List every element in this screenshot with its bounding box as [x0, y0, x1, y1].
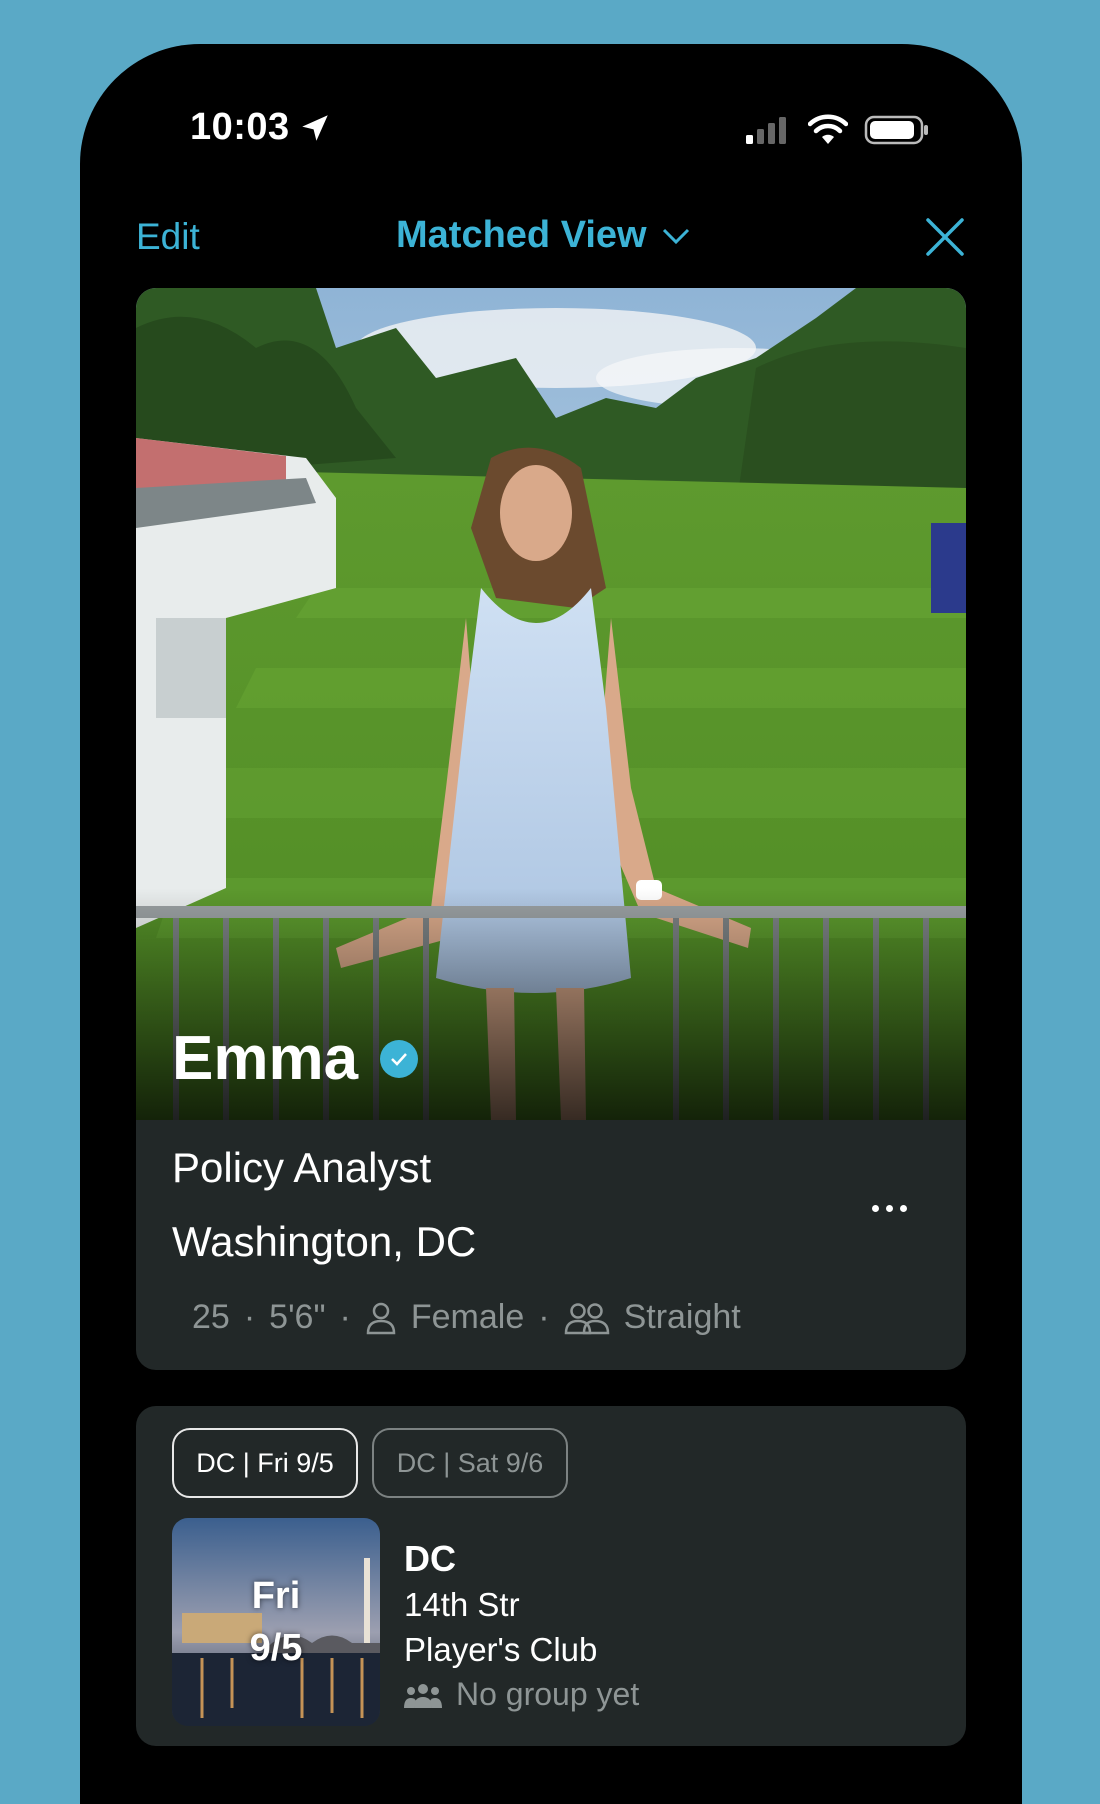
more-dot	[872, 1204, 879, 1212]
event-venue-line1: 14th Str	[404, 1586, 520, 1623]
profile-job: Policy Analyst	[172, 1144, 432, 1191]
event-city: DC	[404, 1538, 456, 1579]
more-dot	[886, 1204, 893, 1212]
profile-info-card: Policy Analyst Washington, DC 25 · 5'6" …	[136, 1120, 966, 1370]
event-date-num: 9/5	[249, 1627, 303, 1669]
battery-icon	[864, 115, 928, 145]
event-date-overlay: Fri 9/5	[172, 1518, 380, 1726]
event-venue-line2: Player's Club	[404, 1631, 598, 1668]
group-icon	[404, 1683, 442, 1708]
profile-name: Emma	[172, 1024, 359, 1093]
wifi-icon	[808, 114, 848, 144]
profile-location: Washington, DC	[172, 1218, 477, 1265]
cellular-signal-icon	[746, 117, 786, 144]
event-card: DC | Fri 9/5 DC | Sat 9/6 Fri 9/5 DC 14t…	[136, 1406, 966, 1746]
more-dot	[900, 1204, 907, 1212]
separator: ·	[538, 1298, 550, 1336]
people-icon	[564, 1302, 609, 1334]
event-chip[interactable]: DC | Sat 9/6	[372, 1428, 568, 1498]
event-date-day: Fri	[251, 1575, 301, 1617]
profile-age: 25	[192, 1298, 230, 1336]
status-time-text: 10:03	[190, 106, 290, 148]
profile-stats: 25 · 5'6" · Female · Straight	[192, 1298, 741, 1337]
view-selector[interactable]: Matched View	[396, 214, 691, 257]
profile-photo[interactable]: Emma	[136, 288, 966, 1120]
event-group-status: No group yet	[404, 1676, 639, 1713]
chevron-down-icon	[662, 228, 689, 244]
phone-frame: 10:03 Edit Matched View Emma Policy Anal…	[80, 44, 1022, 1804]
person-icon	[366, 1302, 396, 1334]
profile-gender: Female	[410, 1298, 525, 1336]
event-image[interactable]: Fri 9/5	[172, 1518, 380, 1726]
separator: ·	[243, 1298, 256, 1336]
edit-button[interactable]: Edit	[136, 216, 200, 258]
more-options-button[interactable]	[872, 1198, 912, 1218]
profile-height: 5'6"	[269, 1298, 326, 1336]
status-indicators	[744, 114, 930, 146]
event-group-text: No group yet	[456, 1676, 640, 1712]
location-arrow-icon	[301, 114, 328, 141]
view-selector-label: Matched View	[396, 214, 647, 256]
profile-photo-image	[136, 288, 966, 1120]
status-time: 10:03	[190, 106, 332, 149]
profile-orientation: Straight	[623, 1298, 741, 1336]
separator: ·	[339, 1298, 351, 1336]
close-icon[interactable]	[924, 216, 966, 258]
verified-badge-icon	[380, 1039, 419, 1078]
profile-name-row: Emma	[172, 1023, 419, 1094]
event-chip-selected[interactable]: DC | Fri 9/5	[172, 1428, 358, 1498]
